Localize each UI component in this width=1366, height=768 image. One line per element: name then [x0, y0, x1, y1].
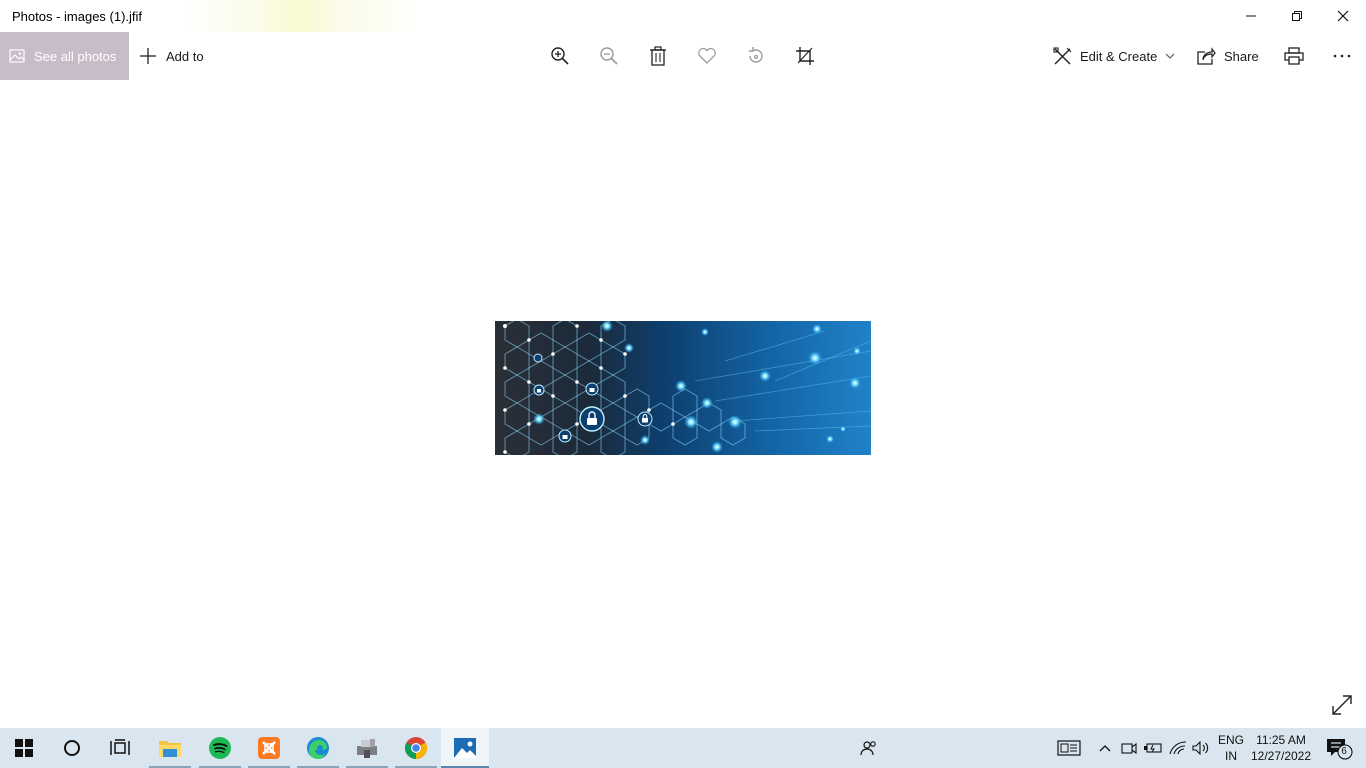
chrome-icon	[405, 737, 427, 759]
chevron-down-icon	[1165, 53, 1175, 59]
fullscreen-button[interactable]	[1330, 693, 1354, 717]
title-bar: Photos - images (1).jfif	[0, 0, 1366, 32]
language-indicator[interactable]: ENG IN	[1216, 732, 1246, 764]
language-code: ENG	[1217, 733, 1244, 747]
toolbar: See all photos Add to Edit & Create Shar…	[0, 32, 1366, 80]
delete-button[interactable]	[646, 44, 670, 68]
cortana-button[interactable]	[48, 728, 96, 768]
edge-button[interactable]	[294, 728, 342, 768]
plus-icon	[140, 48, 156, 64]
photos-app-icon	[454, 738, 476, 758]
notification-count-badge: 6	[1341, 746, 1347, 757]
restore-icon	[1292, 11, 1302, 21]
see-all-photos-label: See all photos	[34, 48, 117, 64]
see-all-photos-button[interactable]: See all photos	[0, 32, 129, 80]
edge-icon	[307, 737, 329, 759]
crop-button[interactable]	[793, 44, 817, 68]
zoom-out-icon	[600, 47, 618, 65]
edit-create-icon	[1053, 46, 1072, 64]
rotate-button[interactable]	[744, 44, 768, 68]
chrome-button[interactable]	[392, 728, 440, 768]
xampp-icon	[258, 737, 280, 759]
cortana-icon	[64, 740, 80, 756]
xampp-button[interactable]	[245, 728, 293, 768]
clock-date: 12/27/2022	[1250, 749, 1312, 763]
share-button[interactable]: Share	[1197, 32, 1259, 80]
region-code: IN	[1225, 749, 1237, 763]
photos-icon	[9, 49, 25, 63]
news-button[interactable]	[1055, 728, 1083, 768]
battery-button[interactable]	[1142, 728, 1164, 768]
favorite-button[interactable]	[695, 44, 719, 68]
add-to-button[interactable]: Add to	[139, 32, 204, 80]
photos-button[interactable]	[441, 728, 489, 768]
wifi-icon	[1169, 741, 1187, 755]
app-unknown-icon	[357, 739, 377, 758]
fullscreen-icon	[1332, 695, 1352, 715]
photo-image	[495, 321, 871, 455]
spotify-icon	[209, 737, 231, 759]
rotate-icon	[749, 47, 763, 63]
close-icon	[1337, 10, 1349, 22]
notification-center-button[interactable]: 6	[1318, 728, 1358, 768]
zoom-in-button[interactable]	[548, 44, 572, 68]
print-button[interactable]	[1282, 44, 1306, 68]
more-icon	[1333, 54, 1351, 58]
app-unknown-button[interactable]	[343, 728, 391, 768]
wifi-button[interactable]	[1167, 728, 1189, 768]
meet-now-button[interactable]	[1119, 728, 1139, 768]
zoom-in-icon	[551, 47, 569, 65]
start-button[interactable]	[0, 728, 48, 768]
windows-icon	[15, 739, 33, 757]
add-to-label: Add to	[166, 48, 204, 64]
edit-create-button[interactable]: Edit & Create	[1053, 32, 1175, 80]
crop-icon	[796, 47, 814, 65]
heart-icon	[698, 47, 716, 64]
minimize-icon	[1246, 15, 1256, 17]
close-button[interactable]	[1320, 0, 1366, 32]
battery-icon	[1144, 743, 1162, 753]
cybersecurity-image	[495, 321, 871, 455]
window-title: Photos - images (1).jfif	[12, 9, 143, 24]
news-icon	[1057, 740, 1081, 756]
share-label: Share	[1224, 48, 1259, 64]
delete-icon	[650, 46, 666, 66]
people-icon	[860, 741, 876, 756]
clock[interactable]: 11:25 AM 12/27/2022	[1250, 732, 1312, 764]
edit-create-label: Edit & Create	[1080, 48, 1158, 64]
chevron-up-icon	[1099, 745, 1111, 752]
zoom-out-button[interactable]	[597, 44, 621, 68]
restore-button[interactable]	[1274, 0, 1320, 32]
more-options-button[interactable]	[1330, 44, 1354, 68]
clock-time: 11:25 AM	[1256, 733, 1306, 747]
share-icon	[1197, 47, 1216, 65]
volume-button[interactable]	[1190, 728, 1212, 768]
file-explorer-button[interactable]	[146, 728, 194, 768]
volume-icon	[1192, 741, 1209, 755]
minimize-button[interactable]	[1228, 0, 1274, 32]
spotify-button[interactable]	[196, 728, 244, 768]
folder-icon	[159, 741, 181, 757]
people-button[interactable]	[856, 728, 882, 768]
task-view-button[interactable]	[96, 728, 144, 768]
taskbar: ENG IN 11:25 AM 12/27/2022 6	[0, 728, 1366, 768]
camera-icon	[1121, 742, 1137, 755]
print-icon	[1284, 47, 1304, 65]
show-hidden-icons-button[interactable]	[1095, 728, 1115, 768]
task-view-icon	[110, 739, 130, 755]
